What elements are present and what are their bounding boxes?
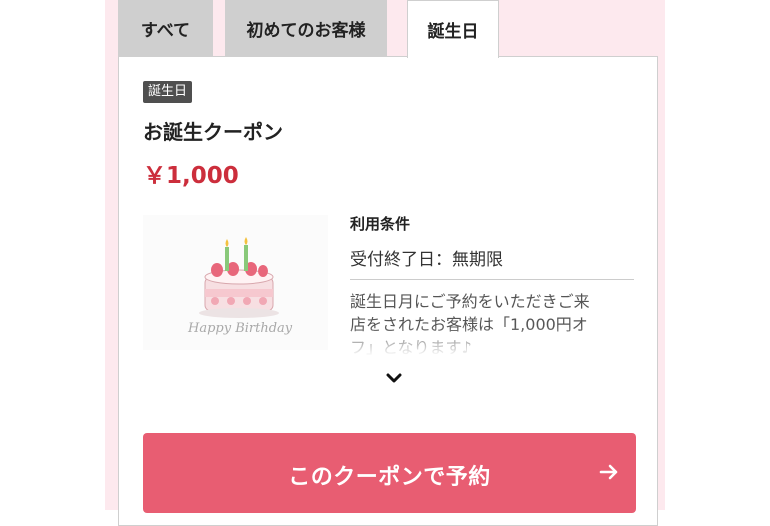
description-line: フ」となります♪ (350, 338, 472, 356)
conditions-heading: 利用条件 (350, 215, 411, 233)
coupon-price: ￥1,000 (143, 163, 239, 189)
birthday-cake-icon (199, 237, 279, 318)
tab-first-time-label: 初めてのお客様 (246, 20, 366, 41)
image-caption: Happy Birthday (188, 321, 293, 336)
cta-label: このクーポンで予約 (288, 465, 491, 490)
category-badge: 誕生日 (143, 81, 193, 103)
chevron-down-icon[interactable] (384, 370, 404, 386)
description-line: 誕生日月にご予約をいただきご来 (350, 292, 590, 311)
tab-first-time[interactable]: 初めてのお客様 (225, 0, 387, 56)
coupon-image: Happy Birthday (143, 215, 328, 350)
coupon-description: 誕生日月にご予約をいただきご来 店をされたお客様は「1,000円オ フ」となりま… (350, 290, 640, 356)
coupon-title: お誕生クーポン (143, 120, 283, 144)
tab-all-label: すべて (140, 20, 191, 41)
description-line: 店をされたお客様は「1,000円オ (350, 315, 588, 334)
tab-all[interactable]: すべて (118, 0, 213, 56)
book-with-coupon-button[interactable]: このクーポンで予約 (143, 433, 636, 513)
conditions-divider (350, 279, 634, 280)
expiry-text: 受付終了日：無期限 (350, 250, 503, 270)
arrow-right-icon (599, 464, 618, 480)
tab-birthday-label: 誕生日 (427, 22, 479, 42)
tab-birthday[interactable]: 誕生日 (407, 0, 499, 58)
